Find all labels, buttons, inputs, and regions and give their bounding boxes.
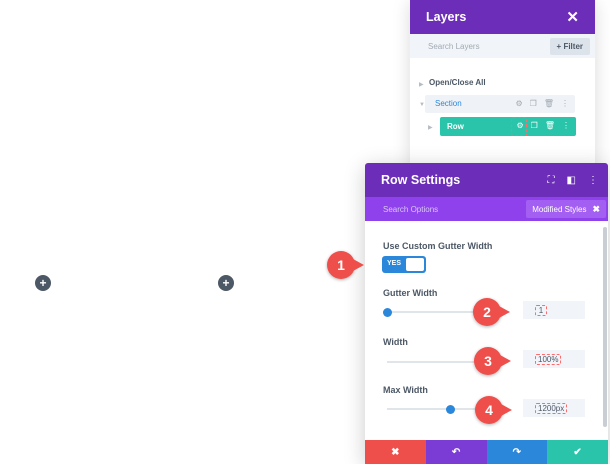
callout-badge: 1 [327,251,364,279]
redo-button[interactable]: ↷ [486,440,548,464]
highlight-gear-box [511,117,527,136]
close-icon[interactable]: ✖ [592,204,600,215]
width-value: 100% [535,354,562,365]
max-width-input[interactable]: 1200px [523,399,585,417]
split-view-icon[interactable]: ◧ [567,175,576,186]
slider-fill [387,408,450,410]
add-module-icon[interactable]: + [218,275,234,291]
section-label: Section [435,99,462,108]
slider-handle[interactable] [383,307,392,317]
close-icon[interactable]: ✕ [566,8,579,26]
layers-search-input[interactable]: Search Layers [428,42,480,51]
more-icon[interactable]: ⋮ [562,121,570,130]
undo-button[interactable]: ↶ [425,440,487,464]
gutter-width-label: Gutter Width [383,288,438,298]
open-close-all-link[interactable]: Open/Close All [429,78,486,87]
modal-search-bar: Search Options Modified Styles ✖ [365,197,608,221]
callout-badge: 3 [474,347,511,375]
callout-badge: 2 [473,298,510,326]
callout-badge: 4 [475,396,512,424]
toggle-knob [406,258,424,271]
modal-footer: ✖ ↶ ↷ ✔ [365,440,608,464]
layer-section[interactable]: Section ⚙ ❐ 🗑 ⋮ [425,95,575,113]
duplicate-icon[interactable]: ❐ [530,99,537,108]
layers-header: Layers ✕ [410,0,595,34]
cancel-button[interactable]: ✖ [365,440,426,464]
duplicate-icon[interactable]: ❐ [531,121,538,130]
max-width-value: 1200px [535,403,568,414]
layers-panel: Layers ✕ Search Layers + Filter ▶ Open/C… [410,0,595,170]
add-module-icon[interactable]: + [35,275,51,291]
chevron-right-icon[interactable]: ▶ [428,124,433,131]
width-input[interactable]: 100% [523,350,585,368]
width-label: Width [383,337,408,347]
chevron-right-icon[interactable]: ▶ [419,81,424,88]
scrollbar[interactable] [603,227,607,427]
trash-icon[interactable]: 🗑 [545,121,555,130]
layer-row[interactable]: Row ⚙ ❐ 🗑 ⋮ [440,117,576,136]
modified-styles-label: Modified Styles [532,204,587,214]
slider-handle[interactable] [446,404,456,414]
save-button[interactable]: ✔ [547,440,608,464]
header-actions: ⛶ ◧ ⋮ [548,175,598,186]
layers-title: Layers [426,10,467,24]
toggle-yes-label: YES [387,260,402,267]
custom-gutter-label: Use Custom Gutter Width [383,241,493,251]
filter-button[interactable]: + Filter [549,37,590,55]
modal-title: Row Settings [381,173,461,187]
row-label: Row [447,122,464,131]
search-options-input[interactable]: Search Options [383,205,438,214]
more-icon[interactable]: ⋮ [588,175,598,186]
more-icon[interactable]: ⋮ [561,99,569,108]
fullscreen-icon[interactable]: ⛶ [548,175,555,186]
modified-styles-filter[interactable]: Modified Styles ✖ [526,200,606,218]
layers-search-bar[interactable]: Search Layers + Filter [410,34,595,58]
section-actions: ⚙ ❐ 🗑 ⋮ [516,99,570,108]
custom-gutter-toggle[interactable]: YES [382,256,426,273]
modal-header: Row Settings ⛶ ◧ ⋮ [365,163,608,197]
gutter-width-value: 1 [535,305,547,316]
trash-icon[interactable]: 🗑 [544,99,554,108]
max-width-label: Max Width [383,385,428,395]
gutter-width-input[interactable]: 1 [523,301,585,319]
gear-icon[interactable]: ⚙ [516,99,523,108]
